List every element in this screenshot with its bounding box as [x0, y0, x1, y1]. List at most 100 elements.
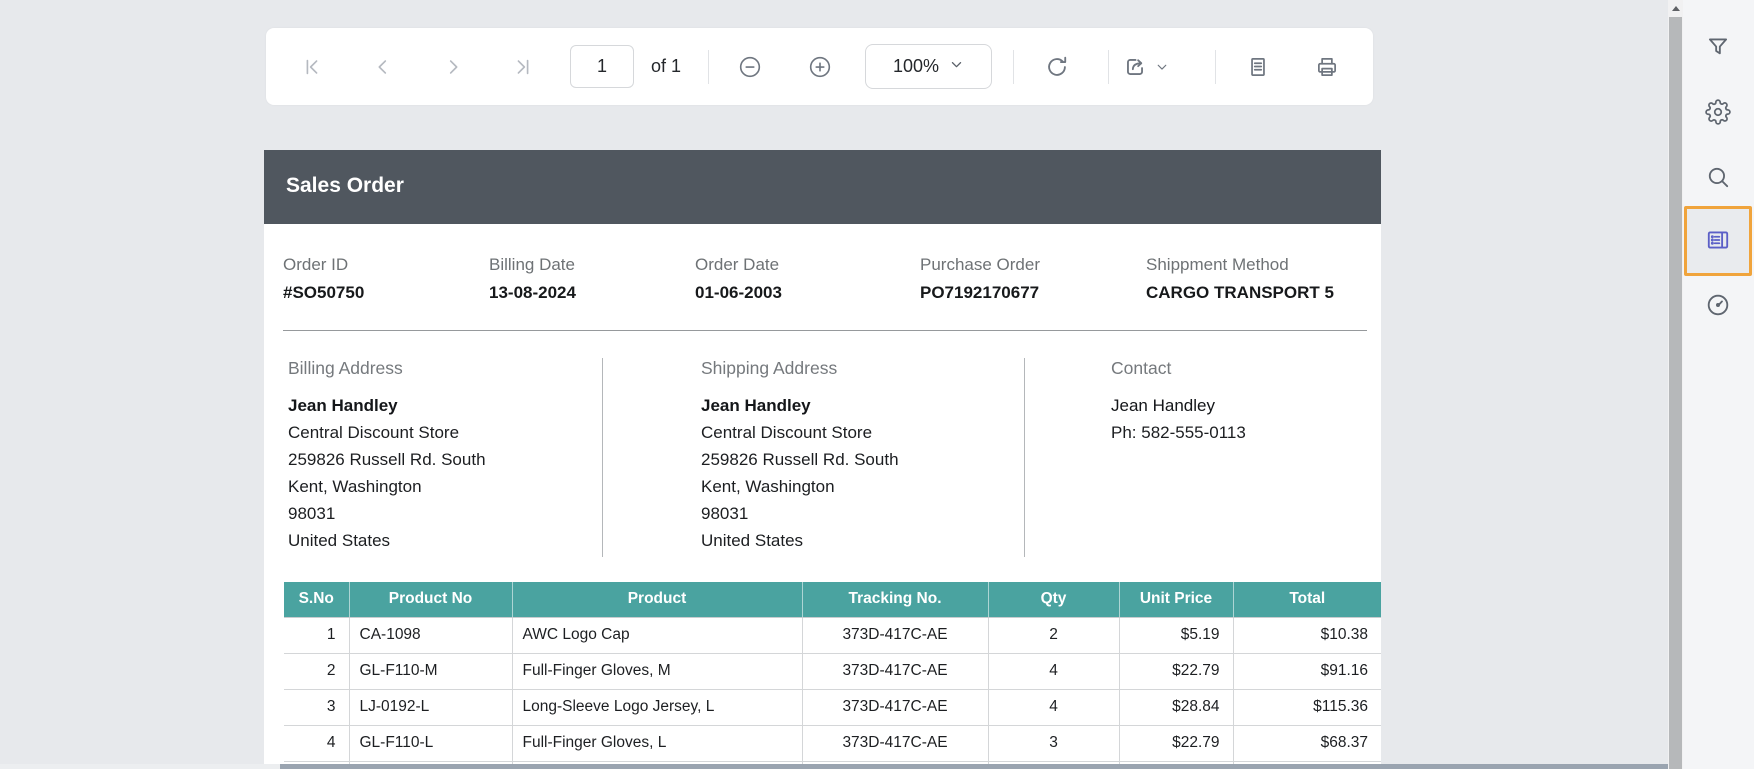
cell-qty: 4 [988, 653, 1119, 689]
cell-qty: 3 [988, 725, 1119, 761]
cell-product: AWC Logo Cap [512, 617, 802, 653]
cell-sno: 3 [284, 689, 349, 725]
table-row: 3 LJ-0192-L Long-Sleeve Logo Jersey, L 3… [284, 689, 1381, 725]
cell-qty: 2 [988, 617, 1119, 653]
vertical-scrollbar[interactable] [1668, 0, 1683, 769]
cell-unit-price: $5.19 [1119, 617, 1233, 653]
chevron-right-icon [442, 56, 464, 78]
field-value: #SO50750 [283, 282, 364, 304]
chevron-down-icon [949, 57, 964, 77]
cell-product-no: CA-1098 [349, 617, 512, 653]
sidebar-item-search[interactable] [1698, 158, 1738, 198]
printer-icon [1314, 54, 1340, 80]
billing-line: Kent, Washington [288, 473, 486, 500]
billing-name: Jean Handley [288, 392, 486, 419]
shipping-address-block: Shipping Address Jean Handley Central Di… [701, 358, 899, 554]
report-title-band: Sales Order [264, 150, 1381, 224]
field-billing-date: Billing Date 13-08-2024 [489, 254, 576, 304]
refresh-icon [1044, 54, 1070, 80]
first-page-button[interactable] [299, 54, 325, 80]
cell-product-no: LJ-0192-L [349, 689, 512, 725]
triangle-up-icon [1672, 6, 1680, 11]
billing-line: United States [288, 527, 486, 554]
export-button[interactable] [1122, 54, 1148, 80]
shipping-address-label: Shipping Address [701, 358, 899, 379]
page-setup-button[interactable] [1245, 54, 1271, 80]
contact-name: Jean Handley [1111, 392, 1246, 419]
column-header-product-no: Product No [349, 582, 512, 617]
billing-address-block: Billing Address Jean Handley Central Dis… [288, 358, 486, 554]
page-number-input[interactable] [570, 45, 634, 88]
shipping-line: Central Discount Store [701, 419, 899, 446]
cell-unit-price: $22.79 [1119, 653, 1233, 689]
field-order-id: Order ID #SO50750 [283, 254, 364, 304]
speedometer-icon [1705, 292, 1731, 321]
field-value: 01-06-2003 [695, 282, 782, 304]
chevron-down-icon [1155, 60, 1169, 74]
toolbar-separator [1215, 50, 1216, 84]
contact-block: Contact Jean Handley Ph: 582-555-0113 [1111, 358, 1246, 446]
document-icon [1245, 54, 1271, 80]
report-viewer: of 1 100% [0, 0, 1754, 769]
page-count-label: of 1 [651, 56, 681, 77]
cell-qty: 4 [988, 689, 1119, 725]
contact-phone: Ph: 582-555-0113 [1111, 419, 1246, 446]
table-row: 4 GL-F110-L Full-Finger Gloves, L 373D-4… [284, 725, 1381, 761]
zoom-out-button[interactable] [737, 54, 763, 80]
field-label: Purchase Order [920, 254, 1040, 276]
report-title: Sales Order [286, 174, 404, 198]
zoom-out-icon [737, 54, 763, 80]
field-label: Billing Date [489, 254, 576, 276]
refresh-button[interactable] [1044, 54, 1070, 80]
horizontal-scrollbar-thumb[interactable] [280, 764, 1668, 769]
sidebar-item-parameters[interactable] [1698, 221, 1738, 261]
billing-address-label: Billing Address [288, 358, 486, 379]
viewer-side-panel [1683, 0, 1754, 769]
cell-total: $68.37 [1233, 725, 1381, 761]
scroll-up-button[interactable] [1668, 0, 1683, 17]
section-divider [283, 330, 1367, 331]
cell-sno: 2 [284, 653, 349, 689]
field-label: Order ID [283, 254, 364, 276]
table-row: 1 CA-1098 AWC Logo Cap 373D-417C-AE 2 $5… [284, 617, 1381, 653]
field-value: CARGO TRANSPORT 5 [1146, 282, 1334, 304]
address-divider [602, 358, 603, 557]
next-page-button[interactable] [440, 54, 466, 80]
shipping-line: 98031 [701, 500, 899, 527]
export-dropdown-button[interactable] [1154, 54, 1170, 80]
billing-line: Central Discount Store [288, 419, 486, 446]
cell-total: $91.16 [1233, 653, 1381, 689]
cell-tracking-no: 373D-417C-AE [802, 653, 988, 689]
previous-page-button[interactable] [370, 54, 396, 80]
field-purchase-order: Purchase Order PO7192170677 [920, 254, 1040, 304]
field-shipment-method: Shippment Method CARGO TRANSPORT 5 [1146, 254, 1334, 304]
field-value: PO7192170677 [920, 282, 1040, 304]
sidebar-item-settings[interactable] [1698, 93, 1738, 133]
first-page-icon [301, 56, 323, 78]
viewer-toolbar: of 1 100% [266, 28, 1373, 105]
shipping-line: 259826 Russell Rd. South [701, 446, 899, 473]
field-order-date: Order Date 01-06-2003 [695, 254, 782, 304]
print-button[interactable] [1314, 54, 1340, 80]
cell-product: Full-Finger Gloves, M [512, 653, 802, 689]
order-items-table: S.No Product No Product Tracking No. Qty… [284, 582, 1381, 764]
toolbar-separator [1013, 50, 1014, 84]
sidebar-item-filter[interactable] [1698, 28, 1738, 68]
cell-product-no: GL-F110-L [349, 725, 512, 761]
last-page-button[interactable] [510, 54, 536, 80]
vertical-scrollbar-thumb[interactable] [1669, 17, 1682, 769]
zoom-level-value: 100% [893, 56, 939, 77]
field-label: Shippment Method [1146, 254, 1334, 276]
zoom-in-button[interactable] [807, 54, 833, 80]
sidebar-item-performance[interactable] [1698, 286, 1738, 326]
horizontal-scrollbar[interactable] [0, 764, 1668, 769]
table-header-row: S.No Product No Product Tracking No. Qty… [284, 582, 1381, 617]
last-page-icon [512, 56, 534, 78]
field-label: Order Date [695, 254, 782, 276]
billing-line: 259826 Russell Rd. South [288, 446, 486, 473]
zoom-level-dropdown[interactable]: 100% [865, 44, 992, 89]
cell-unit-price: $28.84 [1119, 689, 1233, 725]
gear-icon [1705, 99, 1731, 128]
search-icon [1705, 164, 1731, 193]
shipping-name: Jean Handley [701, 392, 899, 419]
